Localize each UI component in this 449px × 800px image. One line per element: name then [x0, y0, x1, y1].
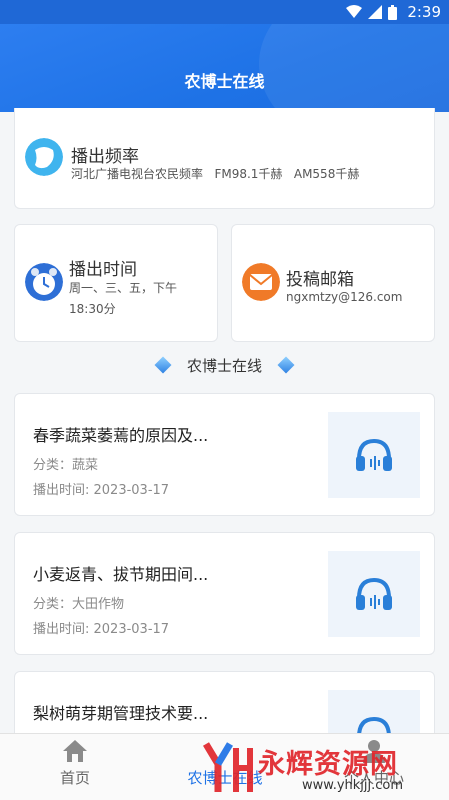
- broadcast-time-title: 播出时间: [69, 260, 137, 280]
- battery-icon: [388, 4, 398, 20]
- broadcast-time-card[interactable]: 播出时间 周一、三、五，下午18:30分: [14, 224, 218, 342]
- watermark: 永辉资源网 www.yhkjjj.com: [200, 738, 430, 798]
- nav-home[interactable]: 首页: [0, 734, 150, 800]
- status-bar: 2:39: [0, 0, 449, 24]
- list-item[interactable]: 小麦返青、拔节期田间... 分类：大田作物 播出时间: 2023-03-17: [14, 532, 435, 655]
- section-heading: 农博士在线: [0, 352, 449, 378]
- section-title: 农博士在线: [186, 356, 262, 375]
- status-time: 2:39: [407, 3, 441, 21]
- item-category: 分类：蔬菜: [33, 458, 99, 473]
- home-icon: [63, 740, 87, 762]
- item-title: 梨树萌芽期管理技术要...: [33, 704, 209, 723]
- signal-icon: [368, 5, 383, 19]
- headphones-icon: [356, 438, 392, 471]
- wifi-icon: [346, 5, 363, 18]
- item-title: 春季蔬菜萎蔫的原因及...: [33, 426, 209, 445]
- nav-home-label: 首页: [59, 769, 90, 787]
- right-diamond-icon: [277, 356, 295, 374]
- item-date: 播出时间: 2023-03-17: [33, 483, 170, 498]
- frequency-card[interactable]: 播出频率 河北广播电视台农民频率 FM98.1千赫 AM558千赫: [14, 108, 435, 209]
- radio-wave-icon: [25, 138, 63, 176]
- mailbox-email: ngxmtzy@126.com: [286, 290, 403, 304]
- frequency-subtitle: 河北广播电视台农民频率 FM98.1千赫 AM558千赫: [71, 167, 360, 181]
- item-date: 播出时间: 2023-03-17: [33, 622, 170, 637]
- alarm-clock-icon: [25, 263, 63, 301]
- page-title: 农博士在线: [184, 72, 265, 91]
- status-icons: [346, 4, 398, 20]
- item-thumbnail: [328, 412, 420, 498]
- headphones-icon: [356, 577, 392, 610]
- app-header: 农博士在线: [0, 24, 449, 112]
- item-category: 分类：大田作物: [33, 597, 125, 612]
- list-item[interactable]: 春季蔬菜萎蔫的原因及... 分类：蔬菜 播出时间: 2023-03-17: [14, 393, 435, 516]
- broadcast-time-detail: 周一、三、五，下午18:30分: [69, 281, 178, 316]
- watermark-text: 永辉资源网: [258, 749, 398, 780]
- left-diamond-icon: [154, 356, 172, 374]
- item-thumbnail: [328, 551, 420, 637]
- watermark-logo-icon: [202, 742, 253, 792]
- item-title: 小麦返青、拔节期田间...: [33, 565, 209, 584]
- mailbox-card[interactable]: 投稿邮箱 ngxmtzy@126.com: [231, 224, 435, 342]
- watermark-url: www.yhkjjj.com: [302, 778, 404, 793]
- envelope-icon: [242, 263, 280, 301]
